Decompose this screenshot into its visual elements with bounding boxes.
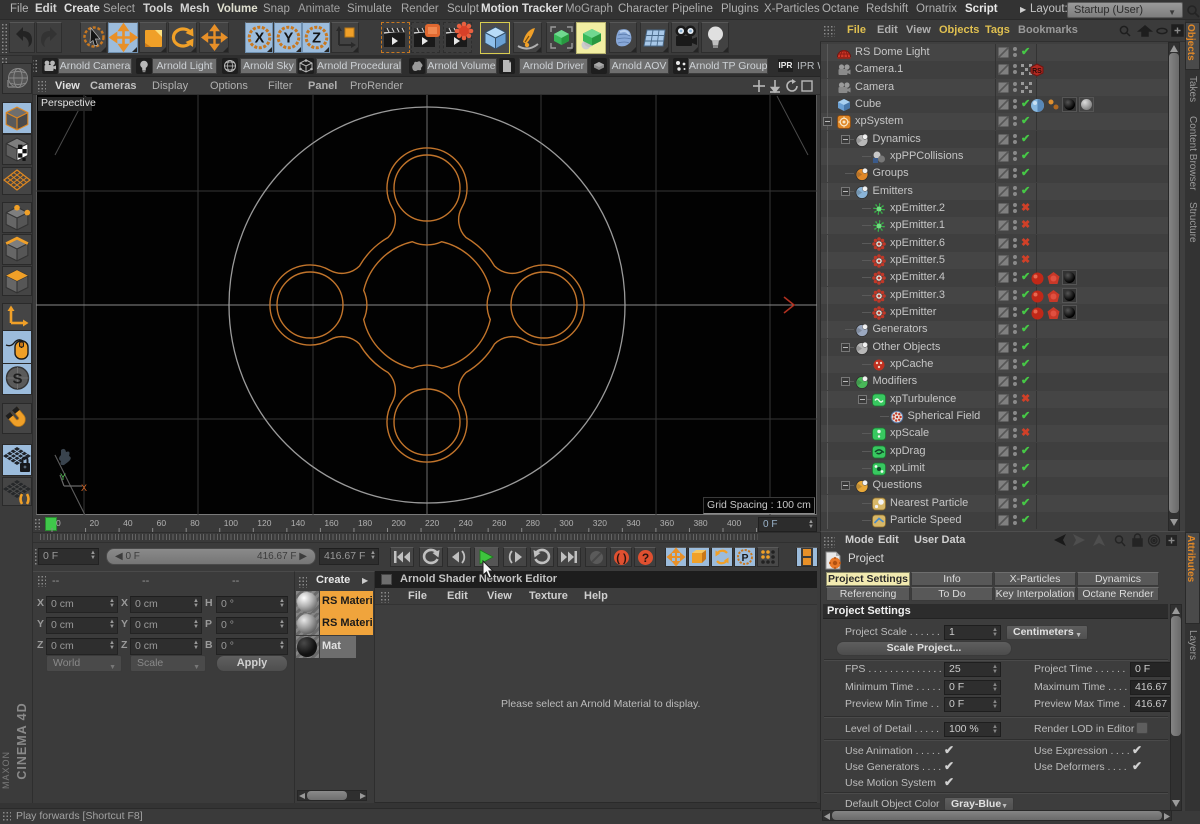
svg-text:120: 120	[257, 518, 271, 528]
svg-text:320: 320	[593, 518, 607, 528]
svg-text:380: 380	[693, 518, 707, 528]
svg-text:200: 200	[392, 518, 406, 528]
svg-text:RS: RS	[1032, 68, 1042, 75]
svg-text:400: 400	[727, 518, 741, 528]
svg-text:80: 80	[190, 518, 200, 528]
svg-text:180: 180	[358, 518, 372, 528]
svg-text:( ): ( )	[616, 553, 627, 565]
svg-text:S: S	[12, 371, 22, 388]
svg-text:Y: Y	[60, 472, 66, 482]
svg-text:0: 0	[56, 518, 61, 528]
svg-text:Y: Y	[283, 31, 293, 47]
svg-text:340: 340	[626, 518, 640, 528]
svg-text:300: 300	[559, 518, 573, 528]
svg-text:?: ?	[642, 551, 649, 565]
svg-text:60: 60	[157, 518, 167, 528]
svg-text:240: 240	[459, 518, 473, 528]
svg-text:P: P	[741, 552, 748, 564]
svg-text:360: 360	[660, 518, 674, 528]
svg-text:220: 220	[425, 518, 439, 528]
svg-text:140: 140	[291, 518, 305, 528]
svg-text:100: 100	[224, 518, 238, 528]
svg-text:X: X	[255, 31, 265, 47]
svg-text:280: 280	[526, 518, 540, 528]
svg-text:20: 20	[90, 518, 100, 528]
svg-text:260: 260	[492, 518, 506, 528]
svg-text:160: 160	[324, 518, 338, 528]
svg-text:40: 40	[123, 518, 133, 528]
svg-text:X: X	[81, 483, 87, 493]
svg-text:Z: Z	[312, 31, 321, 47]
